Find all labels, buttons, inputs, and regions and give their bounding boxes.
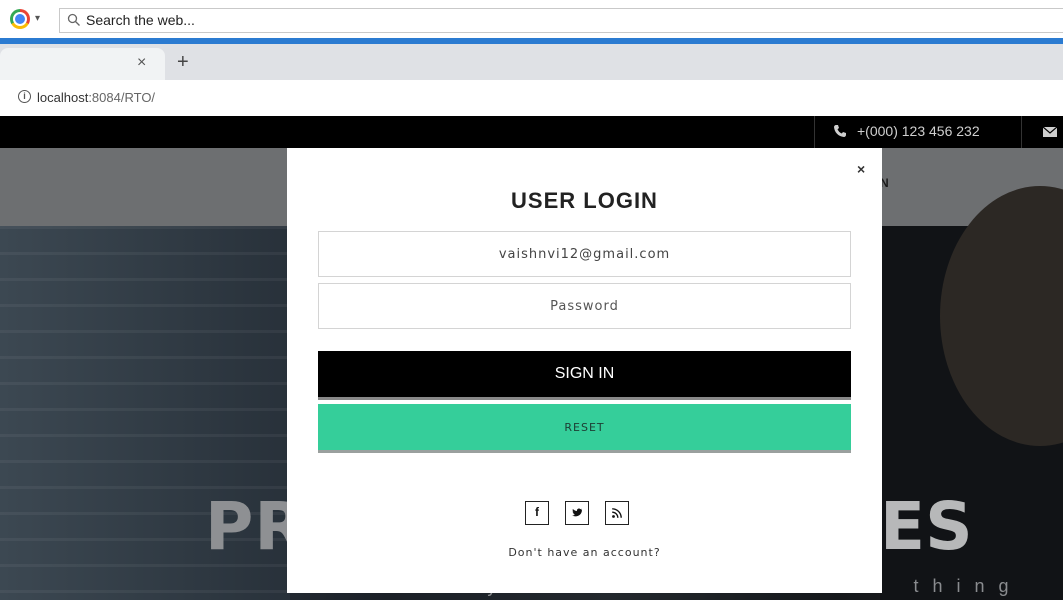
password-field[interactable]	[318, 283, 851, 329]
search-icon	[67, 13, 80, 26]
hero-title-end: ES	[880, 488, 973, 565]
mail-icon[interactable]	[1043, 127, 1057, 137]
address-bar[interactable]: i localhost:8084/RTO/	[0, 80, 1063, 116]
chevron-down-icon[interactable]: ▾	[35, 13, 40, 24]
info-icon[interactable]: i	[18, 90, 31, 103]
browser-toolbar: ▾ Search the web...	[0, 0, 1063, 38]
search-bar[interactable]: Search the web...	[59, 8, 1063, 33]
site-top-bar: +(000) 123 456 232	[0, 116, 1063, 148]
new-tab-button[interactable]: +	[177, 51, 189, 74]
modal-title: USER LOGIN	[511, 188, 658, 213]
sign-in-button[interactable]: SIGN IN	[318, 351, 851, 400]
search-placeholder: Search the web...	[86, 12, 195, 28]
signup-prompt[interactable]: Don't have an account?	[287, 546, 882, 559]
url-text[interactable]: localhost:8084/RTO/	[37, 90, 155, 105]
url-path: :8084/RTO/	[88, 90, 156, 105]
phone-contact: +(000) 123 456 232	[814, 116, 1022, 148]
phone-icon	[834, 125, 846, 137]
reset-button[interactable]: RESET	[318, 404, 851, 453]
rss-icon[interactable]	[605, 501, 629, 525]
login-modal: × USER LOGIN SIGN IN RESET f Don't have …	[287, 148, 882, 593]
close-icon[interactable]: ×	[857, 161, 865, 177]
facebook-icon[interactable]: f	[525, 501, 549, 525]
phone-number: +(000) 123 456 232	[857, 123, 980, 139]
twitter-icon[interactable]	[565, 501, 589, 525]
url-host: localhost	[37, 90, 89, 105]
email-field[interactable]	[318, 231, 851, 277]
close-tab-icon[interactable]: ×	[137, 54, 146, 72]
browser-tab[interactable]: ×	[0, 48, 165, 80]
chrome-logo-icon[interactable]	[10, 9, 30, 29]
tab-strip: × +	[0, 44, 1063, 80]
